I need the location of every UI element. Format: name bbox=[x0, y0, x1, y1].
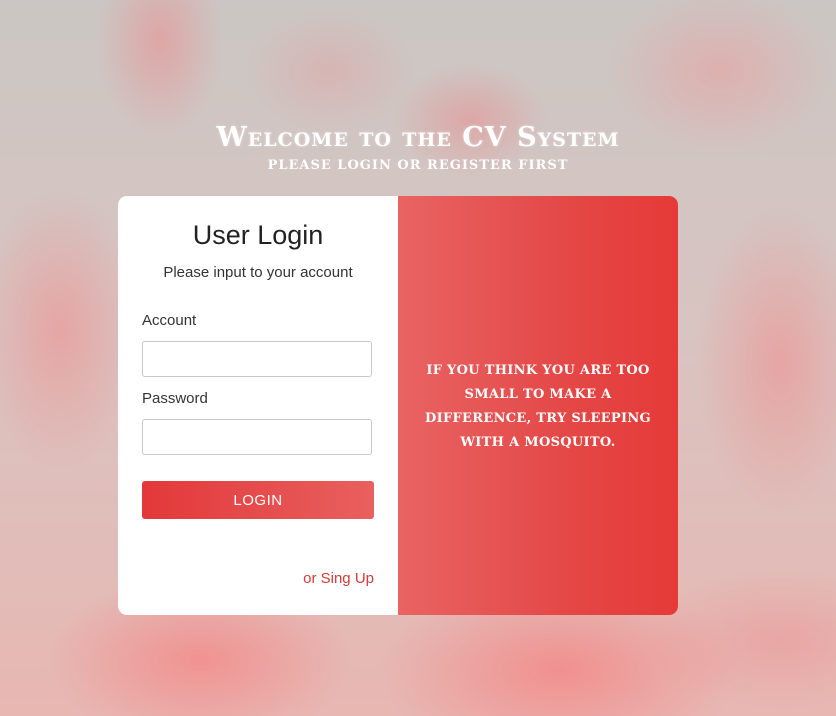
signup-link[interactable]: or Sing Up bbox=[303, 570, 374, 587]
login-card: User Login Please input to your account … bbox=[118, 196, 678, 615]
account-input[interactable] bbox=[142, 341, 372, 377]
page-title: Welcome to the CV System bbox=[216, 122, 620, 153]
page-subtitle: Please login or register first bbox=[267, 158, 569, 173]
login-form-panel: User Login Please input to your account … bbox=[118, 196, 398, 615]
login-button[interactable]: LOGIN bbox=[142, 481, 374, 519]
login-subtitle: Please input to your account bbox=[163, 264, 353, 281]
login-title: User Login bbox=[192, 220, 324, 250]
password-label: Password bbox=[142, 390, 208, 407]
quote-text: If You think You are too small to make a… bbox=[425, 362, 651, 450]
account-label: Account bbox=[142, 312, 197, 329]
quote-panel: If You think You are too small to make a… bbox=[398, 196, 678, 615]
password-input[interactable] bbox=[142, 419, 372, 455]
